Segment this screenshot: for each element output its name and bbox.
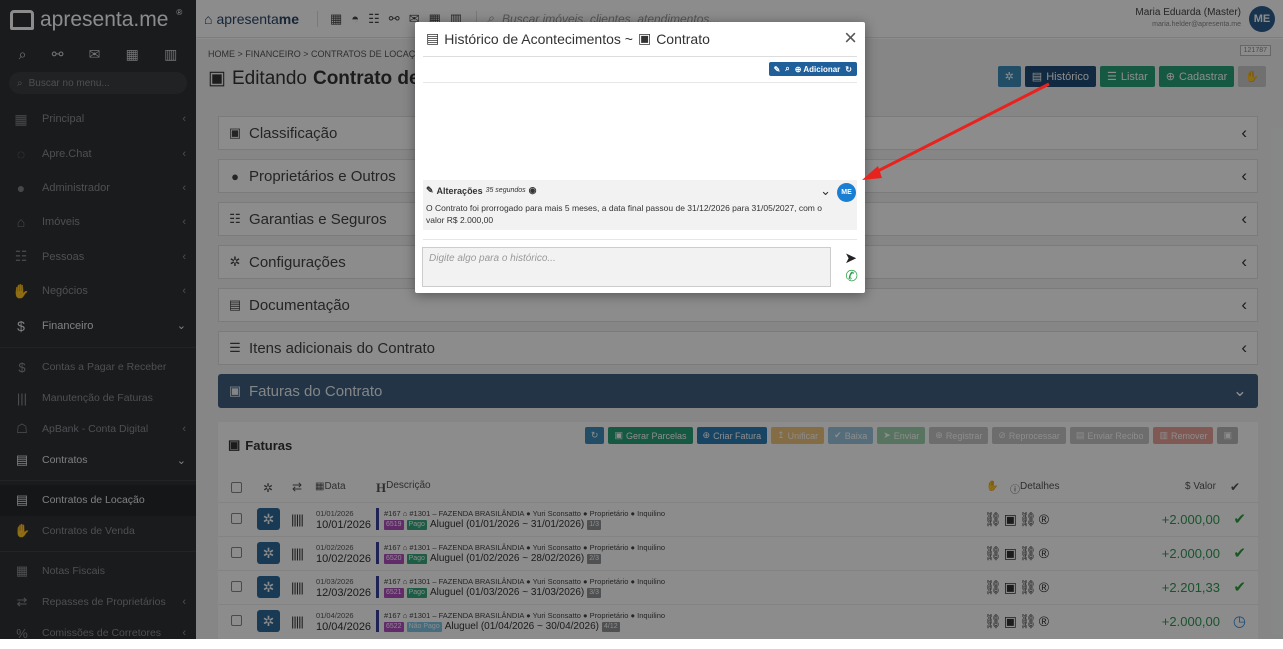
arrow-head (862, 166, 882, 180)
annotation-arrow (862, 82, 1050, 180)
arrow-line (869, 82, 1050, 177)
